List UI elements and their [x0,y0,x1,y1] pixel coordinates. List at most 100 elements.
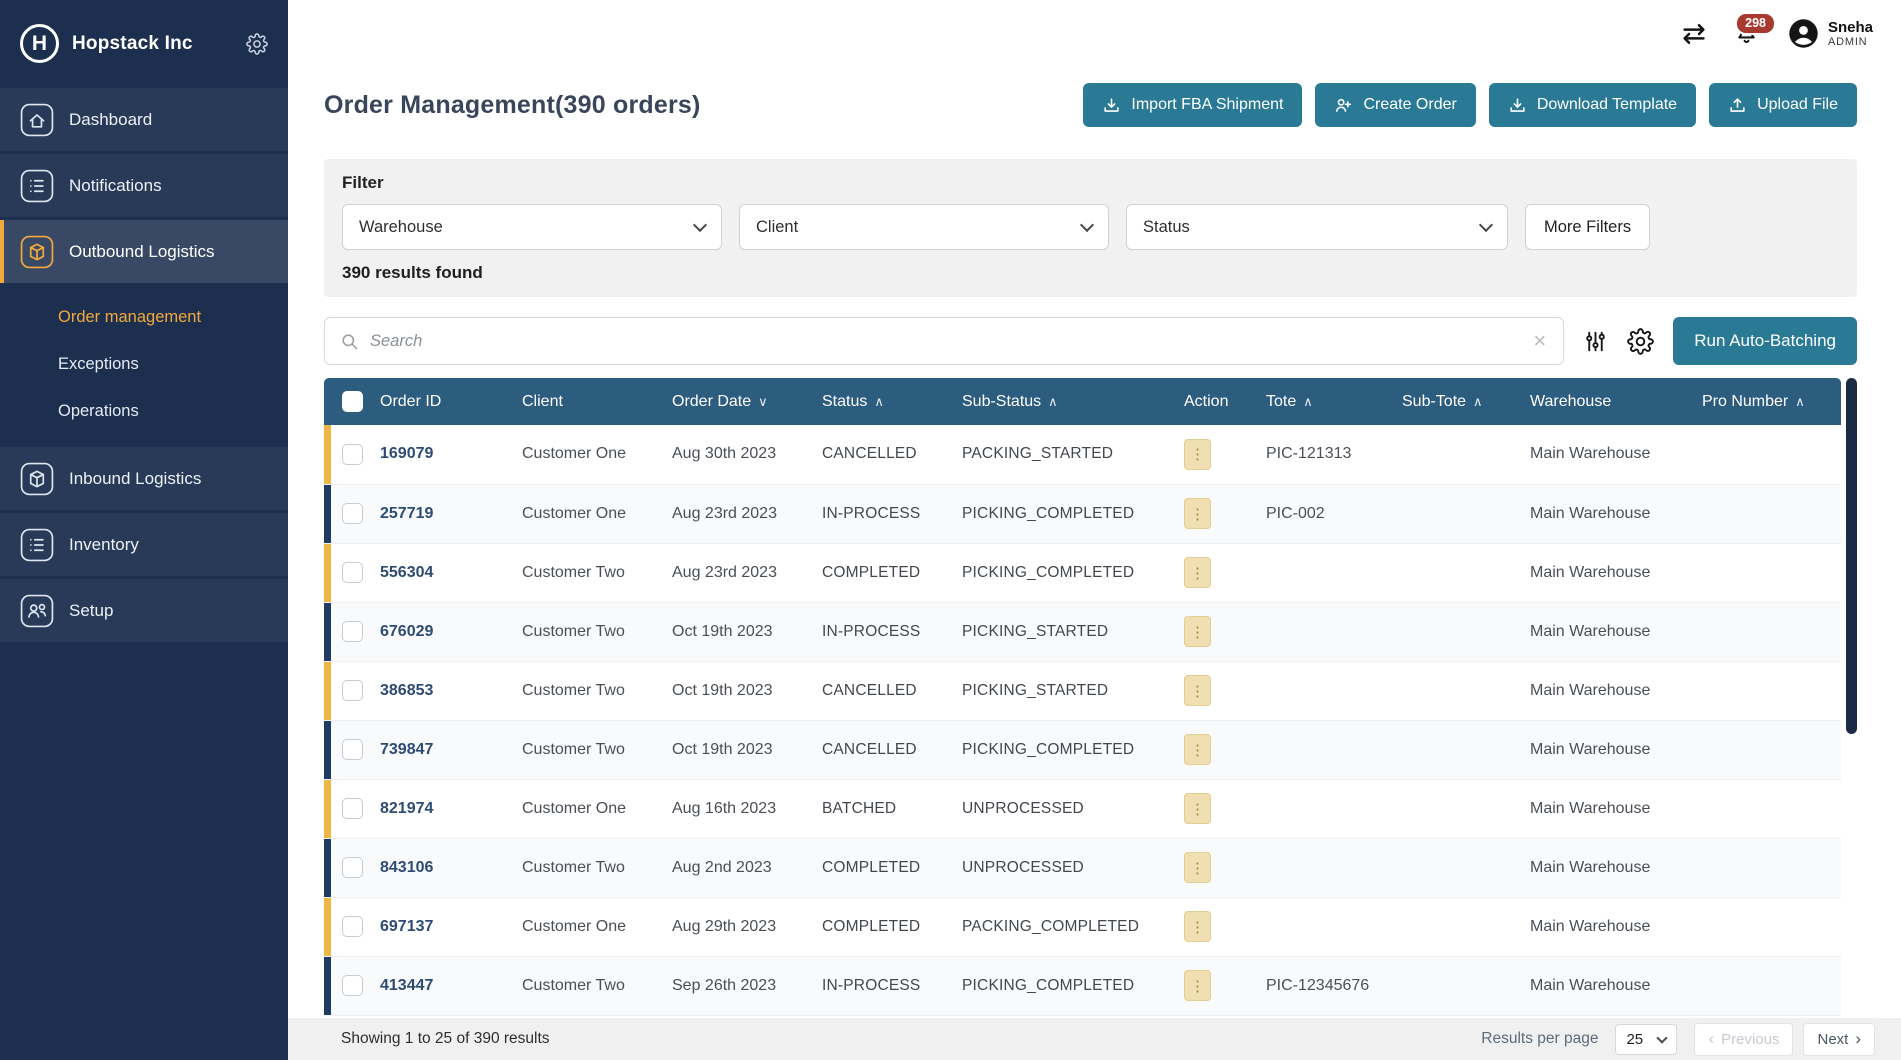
next-page-button[interactable]: Next [1803,1023,1875,1056]
column-header-sub-tote[interactable]: Sub-Tote∧ [1392,378,1520,425]
column-header-pro-number[interactable]: Pro Number∧ [1692,378,1841,425]
warehouse-filter-dropdown[interactable]: Warehouse [342,204,722,250]
order-id-link[interactable]: 697137 [380,918,433,935]
notification-bell-icon[interactable]: 298 [1733,20,1760,47]
client-cell: Customer Two [522,977,625,994]
row-actions-menu-button[interactable] [1184,852,1211,883]
row-actions-menu-button[interactable] [1184,439,1211,470]
column-label: Client [522,393,563,410]
sidebar-item-inbound-logistics[interactable]: Inbound Logistics [0,447,288,510]
chevron-down-icon [693,217,707,231]
order-date-cell: Aug 23rd 2023 [672,505,777,522]
notifications-icon [20,169,54,203]
column-header-order-id[interactable]: Order ID [370,378,512,425]
sort-asc-icon: ∧ [1795,394,1805,409]
warehouse-cell: Main Warehouse [1530,445,1650,462]
sub-status-cell: PACKING_COMPLETED [962,918,1139,935]
order-id-link[interactable]: 739847 [380,741,433,758]
sidebar: H Hopstack Inc Dashboard Notifications [0,0,288,1060]
column-header-tote[interactable]: Tote∧ [1256,378,1392,425]
sidebar-item-outbound-logistics[interactable]: Outbound Logistics [0,220,288,283]
warehouse-cell: Main Warehouse [1530,741,1650,758]
transfer-arrows-icon[interactable] [1679,19,1709,49]
sidebar-item-operations[interactable]: Operations [0,388,288,435]
title-row: Order Management(390 orders) Import FBA … [324,83,1857,127]
create-order-button[interactable]: Create Order [1315,83,1475,127]
warehouse-cell: Main Warehouse [1530,800,1650,817]
row-actions-menu-button[interactable] [1184,498,1211,529]
select-all-checkbox[interactable] [342,391,363,412]
table-row: 413447 Customer Two Sep 26th 2023 IN-PRO… [324,956,1841,1015]
order-id-link[interactable]: 386853 [380,682,433,699]
column-header-warehouse[interactable]: Warehouse [1520,378,1692,425]
chevron-down-icon [1479,217,1493,231]
row-checkbox[interactable] [342,916,363,937]
clear-search-icon[interactable] [1531,330,1548,352]
sub-status-cell: PACKING_STARTED [962,445,1113,462]
table-row: 676029 Customer Two Oct 19th 2023 IN-PRO… [324,602,1841,661]
column-header-client[interactable]: Client [512,378,662,425]
row-checkbox[interactable] [342,562,363,583]
sidebar-item-inventory[interactable]: Inventory [0,513,288,576]
row-checkbox[interactable] [342,680,363,701]
order-id-link[interactable]: 556304 [380,564,433,581]
warehouse-cell: Main Warehouse [1530,682,1650,699]
row-checkbox[interactable] [342,857,363,878]
sidebar-item-notifications[interactable]: Notifications [0,154,288,217]
order-date-cell: Aug 16th 2023 [672,800,776,817]
row-checkbox[interactable] [342,739,363,760]
status-cell: IN-PROCESS [822,505,920,522]
row-actions-menu-button[interactable] [1184,557,1211,588]
row-checkbox[interactable] [342,975,363,996]
status-cell: IN-PROCESS [822,977,920,994]
row-actions-menu-button[interactable] [1184,911,1211,942]
upload-file-button[interactable]: Upload File [1709,83,1857,127]
order-id-link[interactable]: 169079 [380,445,433,462]
row-actions-menu-button[interactable] [1184,734,1211,765]
sidebar-item-exceptions[interactable]: Exceptions [0,341,288,388]
chevron-left-icon [1708,1029,1714,1049]
table-scrollbar-thumb[interactable] [1846,378,1857,734]
row-actions-menu-button[interactable] [1184,970,1211,1001]
import-fba-shipment-button[interactable]: Import FBA Shipment [1083,83,1302,127]
filter-panel: Filter Warehouse Client Status More Filt [324,159,1857,297]
row-checkbox[interactable] [342,444,363,465]
row-checkbox[interactable] [342,621,363,642]
download-template-button[interactable]: Download Template [1489,83,1696,127]
sidebar-item-dashboard[interactable]: Dashboard [0,88,288,151]
user-menu[interactable]: Sneha ADMIN [1788,18,1873,49]
brand-header: H Hopstack Inc [0,0,288,88]
column-header-order-date[interactable]: Order Date∨ [662,378,812,425]
row-actions-menu-button[interactable] [1184,793,1211,824]
column-header-status[interactable]: Status∧ [812,378,952,425]
sidebar-item-setup[interactable]: Setup [0,579,288,642]
column-header-sub-status[interactable]: Sub-Status∧ [952,378,1174,425]
sub-status-cell: PICKING_COMPLETED [962,977,1134,994]
order-date-cell: Oct 19th 2023 [672,682,773,699]
order-id-link[interactable]: 257719 [380,505,433,522]
row-actions-menu-button[interactable] [1184,616,1211,647]
more-filters-button[interactable]: More Filters [1525,204,1650,250]
column-header-action[interactable]: Action [1174,378,1256,425]
brand-name: Hopstack Inc [72,33,233,55]
row-actions-menu-button[interactable] [1184,675,1211,706]
row-checkbox[interactable] [342,503,363,524]
order-id-link[interactable]: 821974 [380,800,433,817]
sidebar-settings-gear-icon[interactable] [246,33,268,55]
order-id-link[interactable]: 843106 [380,859,433,876]
warehouse-cell: Main Warehouse [1530,859,1650,876]
client-filter-dropdown[interactable]: Client [739,204,1109,250]
order-id-link[interactable]: 413447 [380,977,433,994]
previous-page-button[interactable]: Previous [1694,1023,1793,1056]
sidebar-item-order-management[interactable]: Order management [0,294,288,341]
run-auto-batching-button[interactable]: Run Auto-Batching [1673,317,1857,365]
status-filter-dropdown[interactable]: Status [1126,204,1508,250]
row-checkbox[interactable] [342,798,363,819]
warehouse-cell: Main Warehouse [1530,977,1650,994]
page-size-select[interactable]: 25 [1615,1024,1677,1055]
filter-label: Filter [342,173,1839,193]
adjustments-sliders-icon[interactable] [1583,329,1608,354]
table-settings-gear-icon[interactable] [1627,328,1654,355]
order-id-link[interactable]: 676029 [380,623,433,640]
search-input[interactable] [370,332,1520,351]
